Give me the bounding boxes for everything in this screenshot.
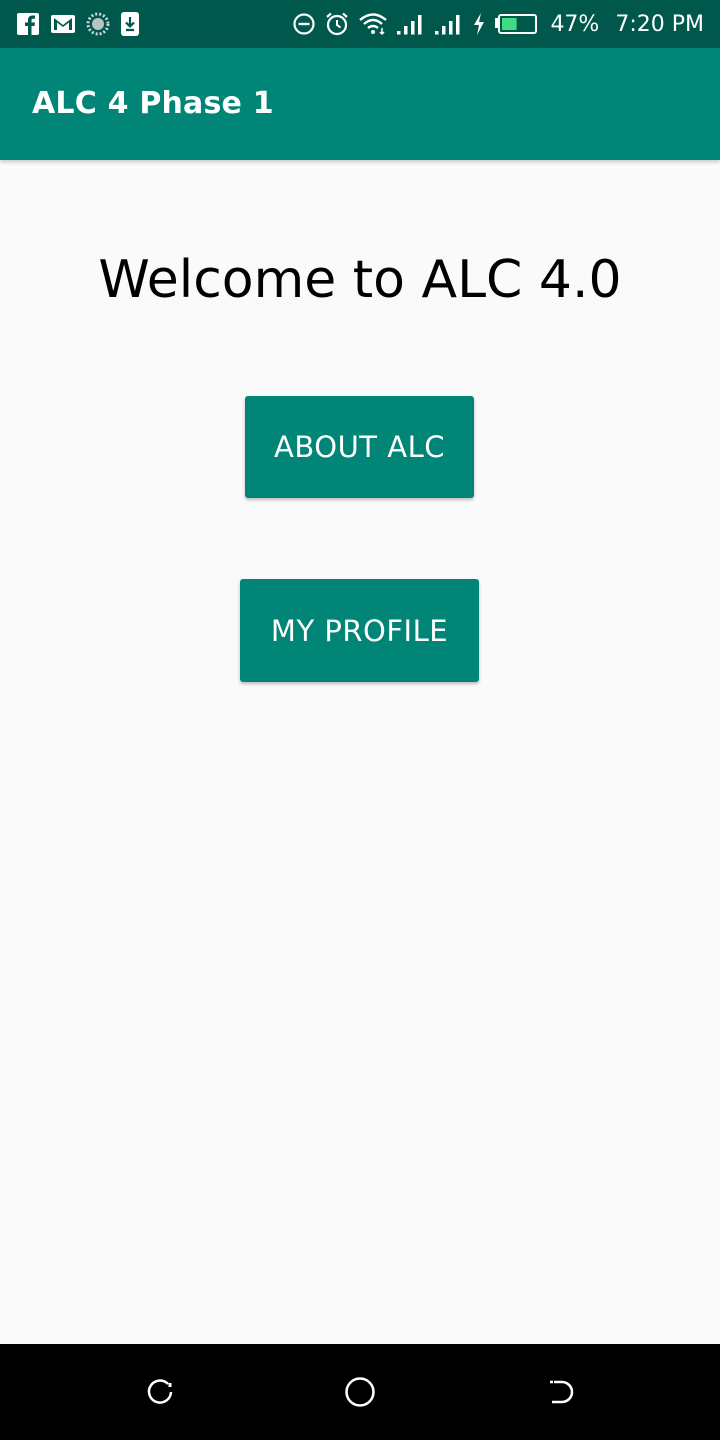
about-alc-button[interactable]: ABOUT ALC <box>245 396 474 498</box>
gmail-icon <box>50 13 76 35</box>
app-bar: ALC 4 Phase 1 <box>0 48 720 160</box>
clock: 7:20 PM <box>615 11 704 37</box>
signal-icon <box>434 12 464 36</box>
status-bar: 47% 7:20 PM <box>0 0 720 48</box>
recent-apps-icon[interactable] <box>140 1372 180 1412</box>
home-icon[interactable] <box>340 1372 380 1412</box>
signal-icon <box>396 12 426 36</box>
battery-percentage: 47% <box>550 11 600 37</box>
download-icon <box>120 11 140 37</box>
screen: 47% 7:20 PM ALC 4 Phase 1 Welcome to ALC… <box>0 0 720 1440</box>
do-not-disturb-icon <box>292 12 316 36</box>
loading-circle-icon <box>86 12 110 36</box>
notification-icons <box>16 10 140 38</box>
my-profile-button[interactable]: MY PROFILE <box>240 579 479 682</box>
wifi-icon <box>358 12 388 36</box>
system-status-icons: 47% 7:20 PM <box>292 10 704 38</box>
back-icon[interactable] <box>540 1372 580 1412</box>
battery-icon <box>494 12 538 36</box>
app-title: ALC 4 Phase 1 <box>32 86 274 121</box>
alarm-icon <box>324 11 350 37</box>
facebook-icon <box>16 12 40 36</box>
welcome-heading: Welcome to ALC 4.0 <box>98 250 622 310</box>
charging-icon <box>472 12 486 36</box>
navigation-bar <box>0 1344 720 1440</box>
